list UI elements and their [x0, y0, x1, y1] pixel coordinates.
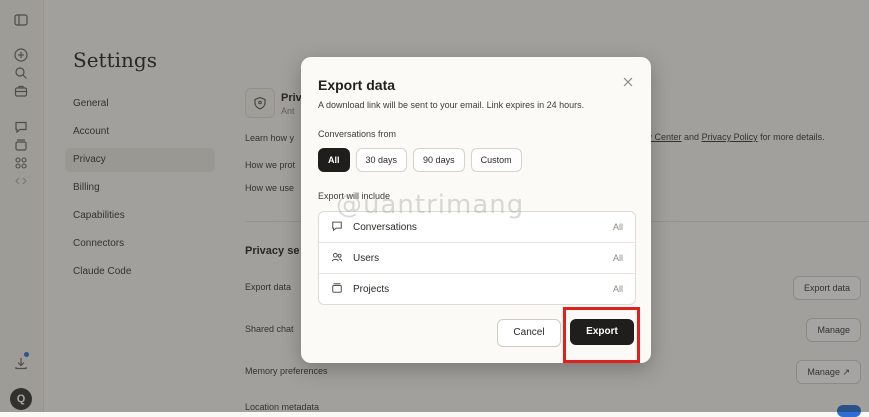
projects-icon — [331, 282, 345, 296]
include-item-value: All — [612, 253, 623, 263]
range-option-all[interactable]: All — [318, 148, 350, 172]
include-item-users: Users All — [319, 243, 635, 274]
range-option-30-days[interactable]: 30 days — [355, 148, 408, 172]
include-item-label: Projects — [353, 283, 390, 295]
include-item-value: All — [612, 284, 623, 294]
modal-description: A download link will be sent to your ema… — [318, 100, 585, 110]
include-item-label: Users — [353, 252, 380, 264]
include-item-value: All — [612, 222, 623, 232]
users-icon — [331, 251, 345, 265]
include-item-conversations: Conversations All — [319, 212, 635, 243]
range-options: All 30 days 90 days Custom — [318, 148, 522, 172]
close-icon[interactable] — [621, 75, 635, 89]
export-data-modal: Export data A download link will be sent… — [301, 57, 651, 363]
export-include-label: Export will include — [318, 191, 391, 201]
range-option-90-days[interactable]: 90 days — [413, 148, 465, 172]
modal-title: Export data — [318, 77, 396, 93]
chat-icon — [331, 220, 345, 234]
include-list: Conversations All Users All Projects All — [318, 211, 636, 305]
range-option-custom[interactable]: Custom — [470, 148, 522, 172]
conversations-from-label: Conversations from — [318, 129, 397, 139]
include-item-label: Conversations — [353, 221, 417, 233]
include-item-projects: Projects All — [319, 274, 635, 304]
export-button[interactable]: Export — [570, 319, 634, 345]
cancel-button[interactable]: Cancel — [497, 319, 561, 347]
